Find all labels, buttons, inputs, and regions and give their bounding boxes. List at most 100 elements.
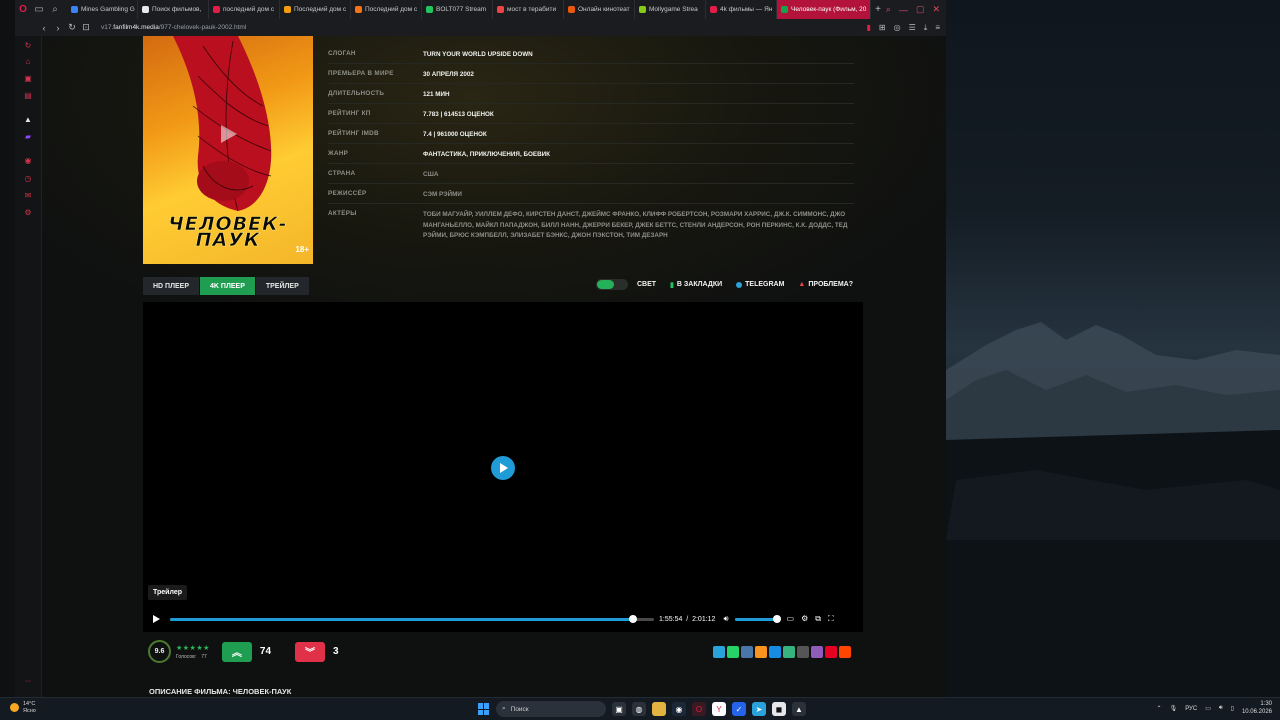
browser-tab[interactable]: 4k фильмы — Ян xyxy=(706,0,777,19)
extensions-icon[interactable]: ⊞ xyxy=(879,23,886,32)
browser-tab[interactable]: Mines Gambling G xyxy=(67,0,138,19)
download-icon[interactable]: ⤓ xyxy=(924,23,928,33)
player-icon[interactable]: ◉ xyxy=(23,155,33,165)
share-icon[interactable] xyxy=(797,646,809,658)
browser-tab[interactable]: Последний дом с xyxy=(280,0,351,19)
volume-tray-icon[interactable]: 🔊︎ xyxy=(1219,705,1223,712)
info-value[interactable]: ФАНТАСТИКА, ПРИКЛЮЧЕНИЯ, БОЕВИК xyxy=(423,150,854,161)
forward-icon[interactable]: › xyxy=(51,23,65,33)
mic-icon[interactable]: 🎙︎ xyxy=(1170,705,1178,712)
share-icon[interactable] xyxy=(727,646,739,658)
share-icon[interactable] xyxy=(755,646,767,658)
tray-chevron-icon[interactable]: ⌃ xyxy=(1157,705,1162,712)
share-icon[interactable] xyxy=(783,646,795,658)
more-icon[interactable]: ⋯ xyxy=(23,676,33,686)
back-icon[interactable]: ‹ xyxy=(37,23,51,33)
language-indicator[interactable]: РУС xyxy=(1185,706,1197,712)
share-icon[interactable] xyxy=(713,646,725,658)
seek-thumb[interactable] xyxy=(628,615,637,623)
share-icon[interactable] xyxy=(839,646,851,658)
steam-icon[interactable]: ◉ xyxy=(672,702,686,716)
clock[interactable]: 1:30 10.06.2026 xyxy=(1242,701,1272,716)
volume-slider[interactable] xyxy=(734,615,781,623)
bookmark-button[interactable]: ▮ В ЗАКЛАДКИ xyxy=(670,281,722,289)
browser-tab[interactable]: Mollygame Strea xyxy=(635,0,706,19)
yandex-icon[interactable]: Y xyxy=(712,702,726,716)
settings-gear-icon[interactable]: ⚙ xyxy=(801,614,808,624)
task-view-icon[interactable]: ▣ xyxy=(612,702,626,716)
bookmarks-icon[interactable]: ▣ xyxy=(23,73,33,83)
snapshot-icon[interactable]: ◎ xyxy=(894,23,901,32)
todo-icon[interactable]: ✓ xyxy=(732,702,746,716)
share-icon[interactable] xyxy=(811,646,823,658)
subtitles-icon[interactable]: ▭ xyxy=(787,614,795,624)
close-button[interactable]: ✕ xyxy=(932,4,940,15)
volume-thumb[interactable] xyxy=(772,615,781,623)
popout-icon[interactable]: ⧉ xyxy=(815,614,821,624)
settings-icon[interactable]: ⚙ xyxy=(23,207,33,217)
battery-icon[interactable]: ▯ xyxy=(1231,705,1234,712)
news-icon[interactable]: ▤ xyxy=(23,90,33,100)
share-icon[interactable] xyxy=(825,646,837,658)
search-tabs-icon[interactable]: ⌕ xyxy=(886,4,891,15)
big-play-button[interactable] xyxy=(491,456,515,480)
url-field[interactable]: v17.fanfilm4k.media/977-chelovek-pauk-20… xyxy=(101,24,246,31)
easy-setup-icon[interactable]: ☰ xyxy=(909,23,916,32)
movie-poster[interactable]: ЧЕЛОВЕК-ПАУК 18+ xyxy=(143,36,313,264)
volume-icon[interactable]: 🔊︎ xyxy=(723,614,728,624)
shopping-icon[interactable]: ⌂ xyxy=(23,56,33,66)
network-icon[interactable]: ▭ xyxy=(1205,705,1211,712)
windows-start-icon[interactable] xyxy=(478,703,490,715)
info-value[interactable]: СЭМ РЭЙМИ xyxy=(423,190,854,201)
search-label: Поиск xyxy=(510,705,529,713)
fullscreen-icon[interactable]: ⛶ xyxy=(828,614,834,624)
reload-icon[interactable]: ↻ xyxy=(65,22,79,33)
new-tab-button[interactable]: + xyxy=(871,0,885,19)
app-icon[interactable]: ◼ xyxy=(772,702,786,716)
menu-icon[interactable]: ≡ xyxy=(935,23,940,32)
bookmark-icon[interactable]: ▮ xyxy=(867,23,871,32)
stars-icon[interactable]: ★★★★★ xyxy=(176,644,210,652)
light-toggle[interactable]: СВЕТ xyxy=(595,279,656,290)
share-icon[interactable] xyxy=(741,646,753,658)
browser-tab[interactable]: Человек-паук (Фильм, 20 xyxy=(777,0,871,19)
weather-widget[interactable]: 14°C Ясно xyxy=(10,701,36,714)
like-button[interactable]: ︽ xyxy=(221,641,252,662)
tab-hd-player[interactable]: HD ПЛЕЕР xyxy=(143,277,200,295)
clock-icon[interactable]: ◷ xyxy=(23,173,33,183)
video-player[interactable]: Трейлер 1:55:54 / 2:01:12 🔊︎ ▭ ⚙ ⧉ ⛶ xyxy=(143,302,863,632)
minimize-button[interactable]: — xyxy=(899,5,908,15)
taskbar-search[interactable]: ⌕ Поиск xyxy=(496,701,606,717)
light-switch[interactable] xyxy=(595,279,628,290)
share-icon[interactable] xyxy=(769,646,781,658)
tab-trailer[interactable]: ТРЕЙЛЕР xyxy=(255,277,309,295)
workspaces-icon[interactable]: ▭ xyxy=(31,2,47,18)
notification-app-icon[interactable]: ▲ xyxy=(792,702,806,716)
report-problem-button[interactable]: ▲ ПРОБЛЕМА? xyxy=(798,281,853,288)
info-value[interactable]: США xyxy=(423,170,854,181)
twitch-icon[interactable]: ▰ xyxy=(23,131,33,141)
aria-icon[interactable]: ▲ xyxy=(23,114,33,124)
telegram-taskbar-icon[interactable]: ➤ xyxy=(752,702,766,716)
browser-tab[interactable]: Онлайн кинотеат xyxy=(564,0,635,19)
messenger-icon[interactable]: ✉ xyxy=(23,190,33,200)
tab-search-icon[interactable]: ⌕ xyxy=(47,2,63,18)
browser-tab[interactable]: BOLT077 Stream xyxy=(422,0,493,19)
browser-tab[interactable]: мост в терабити xyxy=(493,0,564,19)
play-icon[interactable] xyxy=(153,615,160,623)
seek-bar[interactable] xyxy=(170,615,654,623)
tab-4k-player[interactable]: 4K ПЛЕЕР xyxy=(200,277,255,295)
browser-tab[interactable]: Последний дом с xyxy=(351,0,422,19)
poster-play-icon[interactable] xyxy=(217,123,239,145)
history-icon[interactable]: ↻ xyxy=(23,40,33,50)
telegram-button[interactable]: TELEGRAM xyxy=(736,281,784,288)
chrome-icon[interactable]: ◍ xyxy=(632,702,646,716)
file-explorer-icon[interactable] xyxy=(652,702,666,716)
maximize-button[interactable]: ▢ xyxy=(916,4,925,15)
browser-tab[interactable]: последний дом с xyxy=(209,0,280,19)
opera-taskbar-icon[interactable]: O xyxy=(692,702,706,716)
dislike-button[interactable]: ︾ xyxy=(295,641,326,662)
info-value[interactable]: ТОБИ МАГУАЙР, УИЛЛЕМ ДЕФО, КИРСТЕН ДАНСТ… xyxy=(423,210,854,242)
browser-tab[interactable]: Поиск фильмов, xyxy=(138,0,209,19)
opera-logo-icon[interactable]: O xyxy=(15,2,31,18)
